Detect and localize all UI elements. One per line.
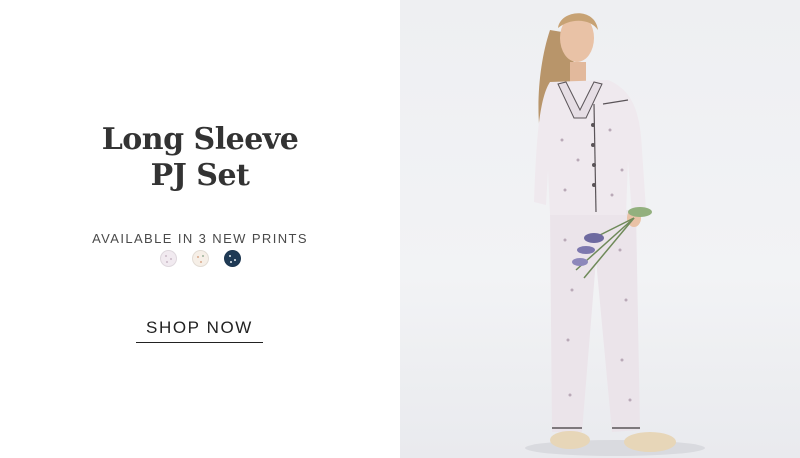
button	[592, 183, 596, 187]
shop-now-link[interactable]: SHOP NOW	[136, 318, 263, 343]
promo-title-line-1: Long Sleeve	[101, 122, 299, 157]
swatch-light-lavender-print[interactable]	[159, 250, 177, 267]
promo-title-line-2: PJ Set	[150, 158, 250, 193]
promo-panel: Long Sleeve PJ Set AVAILABLE IN 3 NEW PR…	[0, 0, 400, 458]
button	[591, 123, 595, 127]
slipper-left	[550, 431, 590, 449]
slipper-right	[624, 432, 676, 452]
pajama-pants	[550, 210, 640, 432]
swatch-cream-floral-print[interactable]	[191, 250, 209, 267]
swatch-navy-print[interactable]	[223, 250, 241, 267]
print-swatches	[0, 250, 400, 267]
neck	[570, 62, 586, 84]
model-wearing-pj-set-photo	[525, 13, 705, 456]
hero-banner: Long Sleeve PJ Set AVAILABLE IN 3 NEW PR…	[0, 0, 800, 458]
button	[591, 143, 595, 147]
button	[592, 163, 596, 167]
promo-title: Long Sleeve PJ Set	[0, 122, 400, 194]
product-photo-panel	[400, 0, 800, 458]
promo-subtitle: AVAILABLE IN 3 NEW PRINTS	[92, 231, 308, 246]
